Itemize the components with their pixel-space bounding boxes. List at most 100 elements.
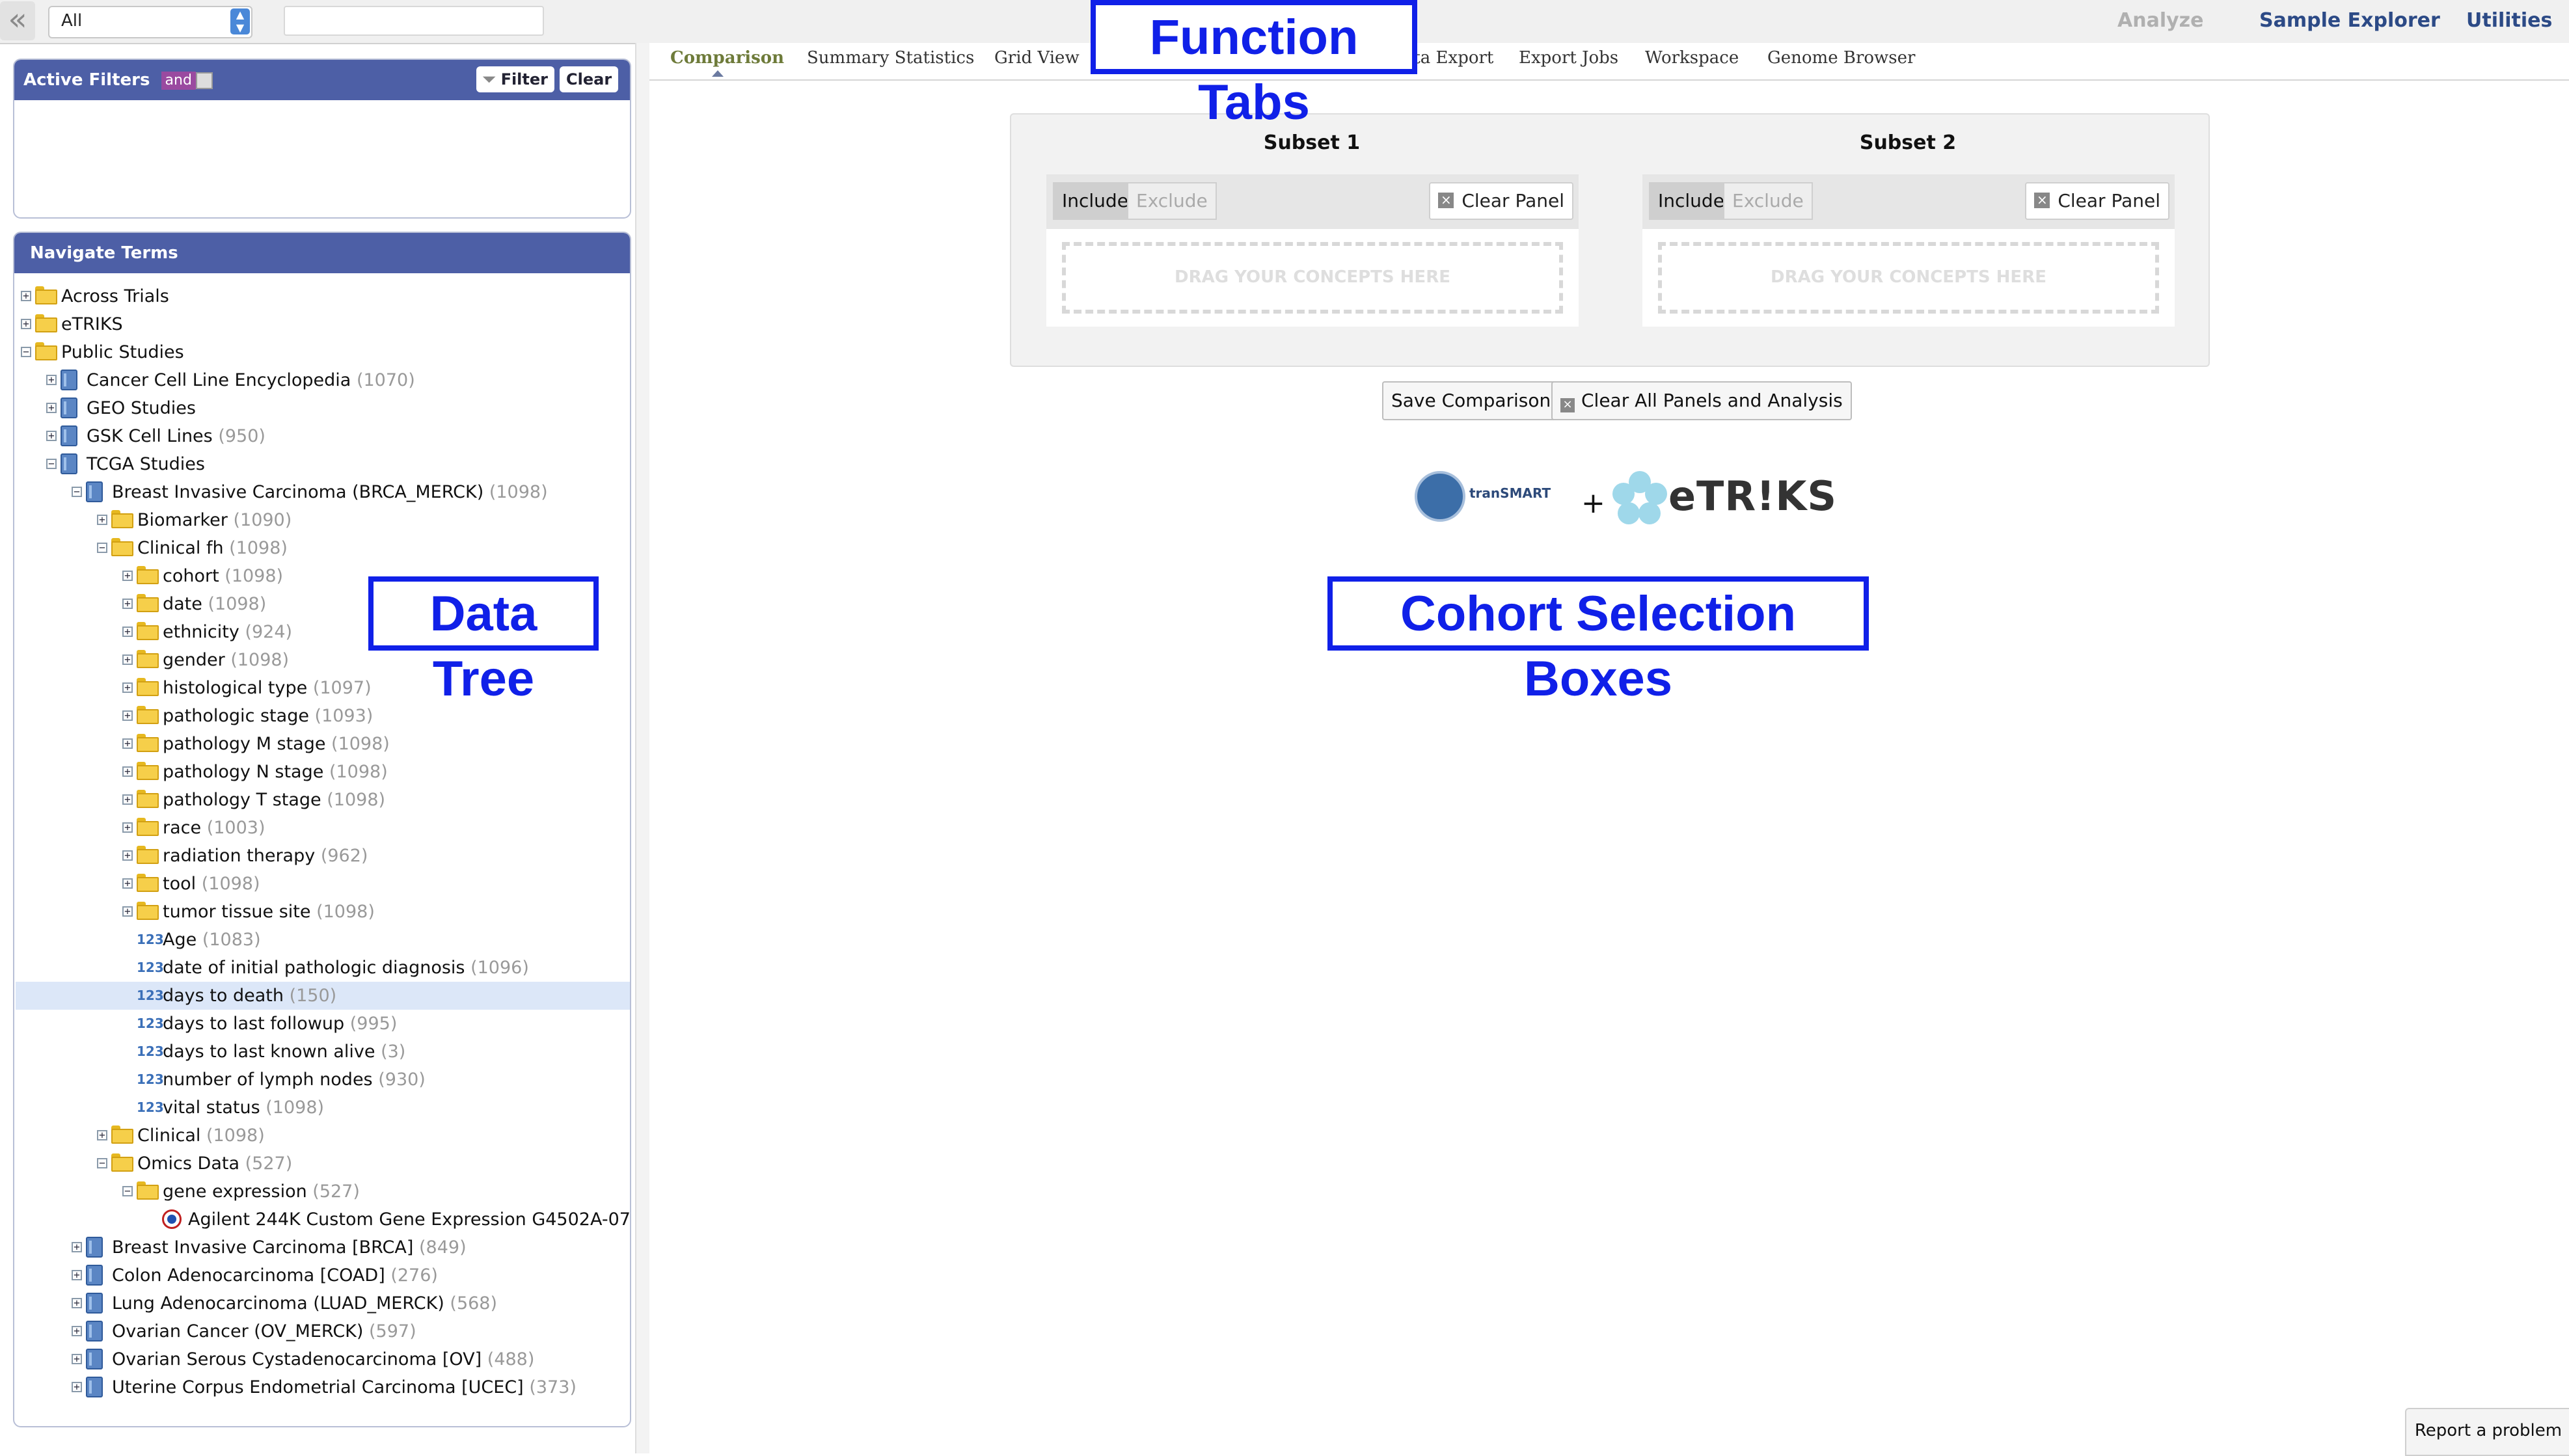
- tab-grid-view[interactable]: Grid View: [994, 48, 1080, 68]
- subset-1-drop-panel[interactable]: DRAG YOUR CONCEPTS HERE: [1046, 229, 1579, 327]
- expand-icon[interactable]: +: [122, 654, 133, 665]
- tree-node[interactable]: 123 days to last followup (995): [16, 1010, 630, 1038]
- subset-1-dropzone[interactable]: DRAG YOUR CONCEPTS HERE: [1062, 242, 1563, 314]
- subset-2-include-toggle[interactable]: Include: [1649, 182, 1733, 220]
- expand-icon[interactable]: +: [122, 822, 133, 833]
- study-select[interactable]: All ▲ ▼: [48, 6, 252, 38]
- expand-icon[interactable]: +: [46, 431, 57, 441]
- filter-button[interactable]: ⏷ Filter: [476, 66, 554, 92]
- expand-icon[interactable]: +: [97, 515, 107, 525]
- expand-icon[interactable]: +: [122, 599, 133, 609]
- subset-2-exclude-toggle[interactable]: Exclude: [1723, 182, 1813, 220]
- tree-node[interactable]: + Clinical (1098): [16, 1122, 630, 1150]
- active-filters-body[interactable]: [14, 100, 630, 215]
- tree-node[interactable]: + pathology M stage (1098): [16, 730, 630, 758]
- tree-node[interactable]: + GSK Cell Lines (950): [16, 422, 630, 450]
- collapse-icon[interactable]: −: [97, 543, 107, 553]
- tree-node[interactable]: 123 days to last known alive (3): [16, 1038, 630, 1066]
- tab-export-jobs[interactable]: Export Jobs: [1519, 48, 1618, 68]
- tree-node[interactable]: − Breast Invasive Carcinoma (BRCA_MERCK) …: [16, 478, 630, 506]
- and-operator-badge[interactable]: and: [161, 71, 196, 90]
- tree-node[interactable]: 123 date of initial pathologic diagnosis …: [16, 954, 630, 982]
- expand-icon[interactable]: +: [46, 375, 57, 385]
- tree-node[interactable]: + Biomarker (1090): [16, 506, 630, 534]
- expand-icon[interactable]: +: [72, 1382, 82, 1392]
- tree-node[interactable]: 123 number of lymph nodes (930): [16, 1066, 630, 1094]
- tree-node[interactable]: + eTRIKS: [16, 310, 630, 338]
- tree-node[interactable]: + Across Trials: [16, 282, 630, 310]
- expand-icon[interactable]: +: [122, 627, 133, 637]
- expand-icon[interactable]: +: [21, 291, 31, 301]
- tree-node[interactable]: + Colon Adenocarcinoma [COAD] (276): [16, 1261, 630, 1289]
- subset-2-drop-panel[interactable]: DRAG YOUR CONCEPTS HERE: [1642, 229, 2175, 327]
- save-comparison-button[interactable]: Save Comparison: [1382, 381, 1560, 420]
- expand-icon[interactable]: +: [122, 766, 133, 777]
- subset-1-clear-panel-button[interactable]: × Clear Panel: [1429, 182, 1573, 220]
- operator-checkbox[interactable]: [195, 72, 213, 89]
- tree-node[interactable]: + pathology T stage (1098): [16, 786, 630, 814]
- tree-node[interactable]: + pathologic stage (1093): [16, 702, 630, 730]
- nav-analyze[interactable]: Analyze: [2117, 9, 2203, 32]
- report-problem-button[interactable]: Report a problem: [2405, 1408, 2569, 1456]
- tree-node[interactable]: + Uterine Corpus Endometrial Carcinoma [U…: [16, 1373, 630, 1401]
- collapse-icon[interactable]: −: [72, 487, 82, 497]
- tree-node[interactable]: + race (1003): [16, 814, 630, 842]
- tree-node[interactable]: + GEO Studies: [16, 394, 630, 422]
- tree-node[interactable]: − Omics Data (527): [16, 1150, 630, 1178]
- tree-node[interactable]: − Public Studies: [16, 338, 630, 366]
- expand-icon[interactable]: +: [122, 738, 133, 749]
- tab-summary-statistics[interactable]: Summary Statistics: [807, 48, 974, 68]
- clear-filters-button[interactable]: Clear: [560, 66, 619, 92]
- subset-2-clear-panel-button[interactable]: × Clear Panel: [2025, 182, 2169, 220]
- tab-comparison[interactable]: Comparison: [670, 48, 784, 68]
- panel-splitter[interactable]: [635, 43, 649, 1453]
- expand-icon[interactable]: +: [72, 1270, 82, 1280]
- collapse-left-panel-button[interactable]: «: [0, 1, 35, 40]
- tree-node[interactable]: + histological type (1097): [16, 674, 630, 702]
- tab-genome-browser[interactable]: Genome Browser: [1767, 48, 1915, 68]
- tree-node[interactable]: + tumor tissue site (1098): [16, 898, 630, 926]
- expand-icon[interactable]: +: [72, 1298, 82, 1308]
- expand-icon[interactable]: +: [122, 878, 133, 889]
- expand-icon[interactable]: +: [122, 571, 133, 581]
- tree-node[interactable]: + radiation therapy (962): [16, 842, 630, 870]
- tree-node[interactable]: 123 days to death (150): [16, 982, 630, 1010]
- tree-node[interactable]: + Breast Invasive Carcinoma [BRCA] (849): [16, 1234, 630, 1261]
- collapse-icon[interactable]: −: [21, 347, 31, 357]
- tree-node[interactable]: − Clinical fh (1098): [16, 534, 630, 562]
- tree-node[interactable]: − gene expression (527): [16, 1178, 630, 1206]
- subset-1-include-toggle[interactable]: Include: [1053, 182, 1137, 220]
- tree-node[interactable]: + pathology N stage (1098): [16, 758, 630, 786]
- tree-node[interactable]: Agilent 244K Custom Gene Expression G450…: [16, 1206, 630, 1234]
- expand-icon[interactable]: +: [122, 794, 133, 805]
- tree-node[interactable]: 123 Age (1083): [16, 926, 630, 954]
- expand-icon[interactable]: +: [72, 1326, 82, 1336]
- nav-utilities[interactable]: Utilities: [2466, 9, 2552, 32]
- expand-icon[interactable]: +: [46, 403, 57, 413]
- tree-node[interactable]: + Ovarian Serous Cystadenocarcinoma [OV] …: [16, 1345, 630, 1373]
- expand-icon[interactable]: +: [72, 1242, 82, 1252]
- nav-sample-explorer[interactable]: Sample Explorer: [2259, 9, 2440, 32]
- collapse-icon[interactable]: −: [46, 459, 57, 469]
- expand-icon[interactable]: +: [122, 906, 133, 917]
- expand-icon[interactable]: +: [122, 710, 133, 721]
- expand-icon[interactable]: +: [21, 319, 31, 329]
- subset-2-dropzone[interactable]: DRAG YOUR CONCEPTS HERE: [1658, 242, 2159, 314]
- subset-1-exclude-toggle[interactable]: Exclude: [1127, 182, 1217, 220]
- collapse-icon[interactable]: −: [122, 1186, 133, 1196]
- tree-node[interactable]: + Lung Adenocarcinoma (LUAD_MERCK) (568): [16, 1289, 630, 1317]
- tree-node[interactable]: + Ovarian Cancer (OV_MERCK) (597): [16, 1317, 630, 1345]
- expand-icon[interactable]: +: [97, 1130, 107, 1140]
- expand-icon[interactable]: +: [72, 1354, 82, 1364]
- search-input[interactable]: [284, 6, 544, 36]
- tree-node[interactable]: + tool (1098): [16, 870, 630, 898]
- expand-icon[interactable]: +: [122, 682, 133, 693]
- expand-icon[interactable]: +: [122, 850, 133, 861]
- tree-node[interactable]: + Cancer Cell Line Encyclopedia (1070): [16, 366, 630, 394]
- collapse-icon[interactable]: −: [97, 1158, 107, 1168]
- subset-2-clear-label: Clear Panel: [2058, 190, 2160, 211]
- tree-node[interactable]: − TCGA Studies: [16, 450, 630, 478]
- clear-all-panels-button[interactable]: × Clear All Panels and Analysis: [1551, 381, 1852, 420]
- tab-workspace[interactable]: Workspace: [1645, 48, 1739, 68]
- tree-node[interactable]: 123 vital status (1098): [16, 1094, 630, 1122]
